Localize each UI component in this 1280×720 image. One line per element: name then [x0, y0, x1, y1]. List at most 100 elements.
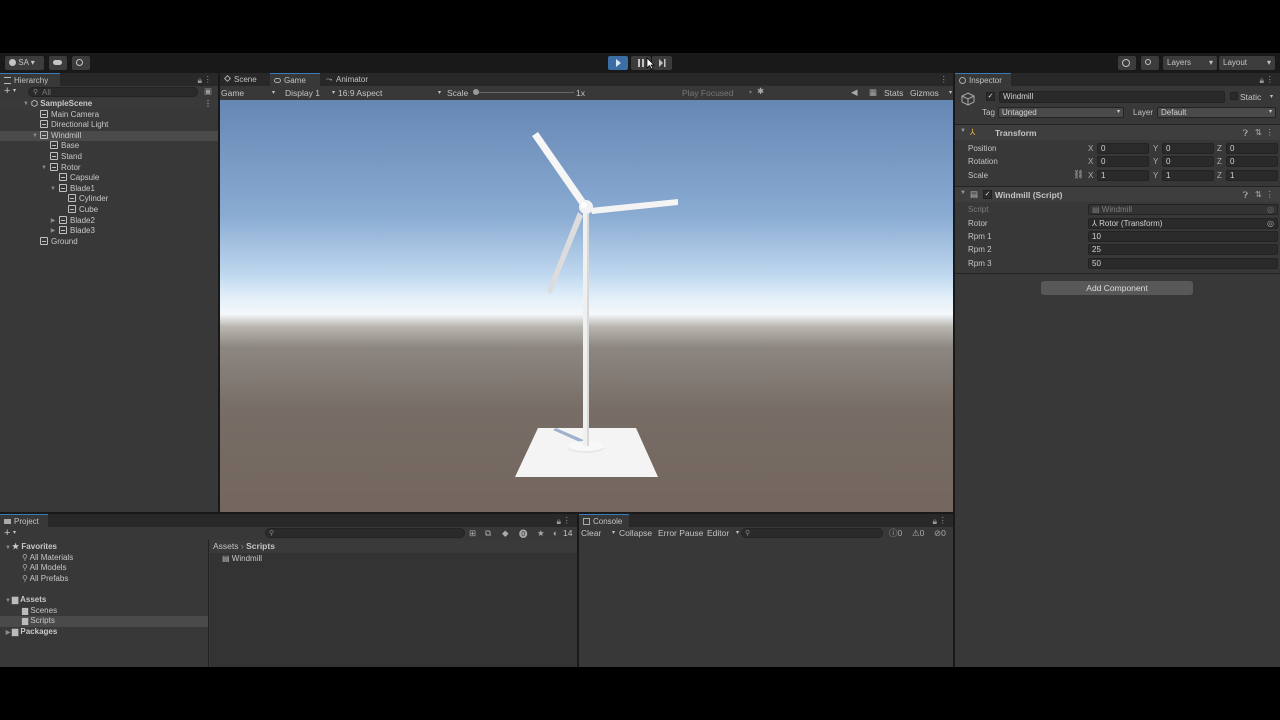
breadcrumb-assets[interactable]: Assets	[213, 541, 239, 551]
lock-icon[interactable]: 🔒︎	[197, 75, 202, 86]
script-enabled-checkbox[interactable]: ✓	[983, 190, 992, 199]
rpm1-field[interactable]: 10	[1088, 231, 1278, 242]
folder-scripts[interactable]: ▆ Scripts	[0, 616, 208, 627]
chevron-down-icon[interactable]: ▾	[1270, 91, 1273, 103]
more-icon[interactable]: ⋮	[563, 515, 572, 526]
expand-arrow-icon[interactable]: ▼	[31, 131, 39, 142]
layers-dropdown[interactable]: Layers ▾	[1163, 56, 1217, 70]
hierarchy-row-directional-light[interactable]: Directional Light	[0, 120, 218, 131]
more-icon[interactable]: ⋮	[940, 74, 949, 85]
chevron-down-icon[interactable]: ▾	[13, 529, 16, 536]
folder-scenes[interactable]: ▆ Scenes	[0, 606, 208, 617]
fav-all-prefabs[interactable]: ⚲ All Prefabs	[0, 574, 208, 585]
collapsed-arrow-icon[interactable]: ▶	[4, 628, 12, 639]
expand-arrow-icon[interactable]: ▼	[22, 99, 30, 110]
more-icon[interactable]: ⋮	[939, 515, 948, 526]
filter-icon[interactable]: ▣	[204, 86, 212, 97]
hierarchy-row-blade2[interactable]: ▶ Blade2	[0, 215, 218, 227]
eye-slash-icon[interactable]: ◐	[553, 528, 558, 538]
bug-icon[interactable]: ✱	[757, 86, 764, 97]
scale-y-field[interactable]: 1	[1162, 170, 1214, 181]
layout-dropdown[interactable]: Layout ▾	[1219, 56, 1275, 70]
lock-icon[interactable]: 🔒︎	[932, 516, 937, 527]
script-component-header[interactable]: ▼ ▤ ✓ Windmill (Script) ❓︎ ⇅ ⋮	[955, 186, 1280, 202]
hierarchy-row-blade1[interactable]: ▼ Blade1	[0, 183, 218, 195]
audio-icon[interactable]: ◀︎	[851, 87, 858, 98]
gizmos-dropdown[interactable]: Gizmos ▾	[910, 87, 952, 99]
scale-x-field[interactable]: 1	[1097, 170, 1149, 181]
tab-animator[interactable]: ⤳ Animator	[322, 73, 382, 86]
game-viewport[interactable]	[220, 100, 953, 512]
fav-all-models[interactable]: ⚲ All Models	[0, 563, 208, 574]
log-count-toggle[interactable]: ⓘ0	[889, 527, 902, 540]
collapsed-arrow-icon[interactable]: ▶	[49, 226, 57, 237]
file-windmill[interactable]: ▤ Windmill	[210, 554, 577, 565]
tag-dropdown[interactable]: Untagged ▾	[998, 107, 1124, 118]
add-icon[interactable]: +	[4, 85, 10, 97]
hierarchy-row-rotor[interactable]: ▼ Rotor	[0, 162, 218, 174]
hierarchy-row-samplescene[interactable]: ▼ ⬡ SampleScene ⋮	[0, 99, 218, 110]
scale-slider-handle[interactable]	[473, 89, 479, 95]
rpm3-field[interactable]: 50	[1088, 258, 1278, 269]
search-by-type-icon[interactable]: ⊞	[469, 528, 476, 539]
lock-icon[interactable]: 🔒︎	[556, 516, 561, 527]
tab-scene[interactable]: Scene	[220, 73, 270, 86]
tag-icon[interactable]: ◆	[502, 528, 509, 539]
rotation-y-field[interactable]: 0	[1162, 156, 1214, 167]
rotor-field[interactable]: ⅄ Rotor (Transform) ◎	[1088, 218, 1278, 229]
play-button[interactable]	[608, 56, 628, 70]
more-icon[interactable]: ⋮	[1266, 189, 1275, 200]
position-z-field[interactable]: 0	[1226, 143, 1278, 154]
lock-icon[interactable]: 🔒︎	[1259, 75, 1264, 86]
info-circle-icon[interactable]: ⓿	[519, 528, 528, 540]
tab-inspector[interactable]: Inspector	[955, 73, 1011, 86]
settings-icon[interactable]: ⇅	[1255, 189, 1262, 200]
tab-console[interactable]: Console	[579, 514, 629, 527]
target-icon[interactable]: ◎	[1267, 219, 1274, 228]
account-button[interactable]: SA ▾	[5, 56, 44, 70]
help-icon[interactable]: ❓︎	[1243, 190, 1248, 201]
favorites-row[interactable]: ▼★ Favorites	[0, 542, 208, 553]
link-icon[interactable]: ⛓︎	[1073, 169, 1084, 180]
star-icon[interactable]: ★	[537, 528, 545, 539]
position-y-field[interactable]: 0	[1162, 143, 1214, 154]
hierarchy-row-cube[interactable]: Cube	[0, 205, 218, 216]
play-focused-dropdown[interactable]: Play Focused ▾	[682, 87, 752, 99]
expand-arrow-icon[interactable]: ▼	[40, 163, 48, 174]
editor-dropdown[interactable]: Editor ▾	[707, 527, 739, 540]
more-icon[interactable]: ⋮	[204, 74, 213, 85]
rotation-z-field[interactable]: 0	[1226, 156, 1278, 167]
search-by-label-icon[interactable]: ⧉	[485, 528, 491, 539]
hierarchy-row-base[interactable]: Base	[0, 141, 218, 152]
tab-game[interactable]: Game	[270, 73, 320, 86]
aspect-dropdown[interactable]: 16:9 Aspect ▾	[338, 87, 441, 99]
warning-count-toggle[interactable]: ⚠︎0	[912, 527, 924, 540]
more-icon[interactable]: ⋮	[1266, 74, 1275, 85]
hierarchy-row-ground[interactable]: Ground	[0, 236, 218, 248]
transform-header[interactable]: ▼ ⅄ Transform ❓︎ ⇅ ⋮	[955, 124, 1280, 140]
rotation-x-field[interactable]: 0	[1097, 156, 1149, 167]
assets-row[interactable]: ▼▆ Assets	[0, 595, 208, 606]
add-icon[interactable]: +	[4, 527, 10, 539]
more-icon[interactable]: ⋮	[1266, 127, 1275, 138]
expand-arrow-icon[interactable]: ▼	[49, 184, 57, 195]
game-view-dropdown[interactable]: Game ▾	[221, 87, 277, 99]
console-log-area[interactable]	[579, 540, 953, 667]
active-checkbox[interactable]: ✓	[986, 92, 995, 101]
layer-dropdown[interactable]: Default ▾	[1157, 107, 1276, 118]
error-count-toggle[interactable]: ⊘0	[934, 527, 946, 540]
object-name-field[interactable]: Windmill	[999, 91, 1225, 103]
fav-all-materials[interactable]: ⚲ All Materials	[0, 553, 208, 564]
breadcrumb-scripts[interactable]: Scripts	[246, 541, 275, 551]
hierarchy-row-blade3[interactable]: ▶ Blade3	[0, 226, 218, 237]
rpm2-field[interactable]: 25	[1088, 244, 1278, 255]
scale-slider[interactable]	[473, 89, 574, 95]
collapsed-arrow-icon[interactable]: ▶	[49, 216, 57, 227]
hierarchy-row-windmill[interactable]: ▼ Windmill	[0, 130, 218, 142]
hierarchy-row-stand[interactable]: Stand	[0, 152, 218, 163]
stats-button[interactable]: Stats	[884, 87, 903, 99]
history-button[interactable]	[1118, 56, 1136, 70]
settings-icon[interactable]: ⇅	[1255, 127, 1262, 138]
display-dropdown[interactable]: Display 1 ▾	[285, 87, 335, 99]
help-icon[interactable]: ❓︎	[1243, 128, 1248, 139]
